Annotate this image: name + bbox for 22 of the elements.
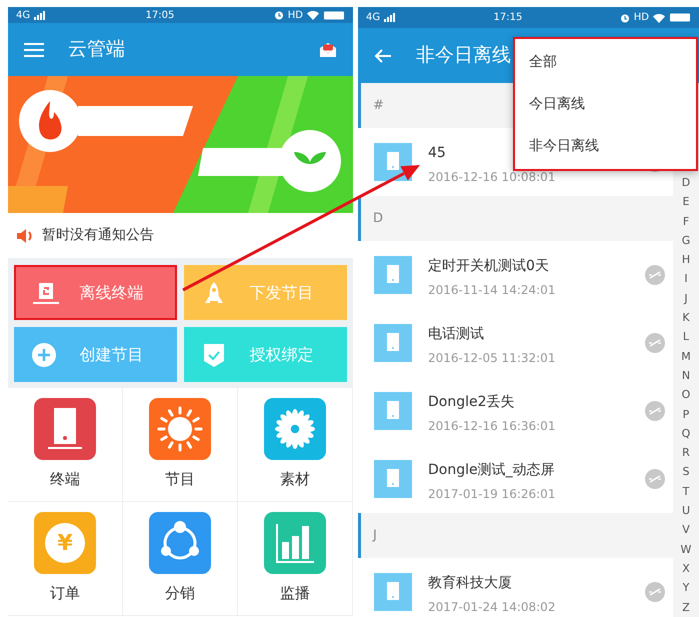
offline-time: 2016-12-16 16:36:01 — [428, 418, 556, 434]
offline-time: 2016-11-14 14:24:01 — [428, 282, 556, 298]
terminal-name: 45 — [428, 144, 446, 162]
terminal-name: 电话测试 — [428, 324, 484, 344]
notice-text: 暂时没有通知公告 — [42, 226, 154, 245]
screen-title: 非今日离线 — [416, 43, 511, 68]
offline-time: 2016-12-16 10:08:01 — [428, 168, 556, 186]
offline-time: 2017-01-19 16:26:01 — [428, 486, 556, 502]
hd-label: HD — [634, 11, 649, 25]
status-time: 17:15 — [494, 11, 522, 25]
app-title: 云管端 — [68, 37, 126, 62]
status-time: 17:05 — [146, 8, 174, 22]
offline-time: 2017-01-24 14:08:02 — [428, 598, 556, 616]
network-label: 4G — [16, 8, 30, 22]
terminal-name: 教育科技大厦 — [428, 574, 512, 592]
terminal-name: Dongle测试_动态屏 — [428, 460, 555, 480]
terminal-name: 定时开关机测试0天 — [428, 256, 549, 276]
offline-time: 2016-12-05 11:32:01 — [428, 350, 556, 366]
hd-label: HD — [288, 8, 303, 22]
terminal-name: Dongle2丢失 — [428, 392, 515, 412]
yen-coin-icon: ¥ — [34, 512, 96, 574]
network-label: 4G — [366, 11, 380, 25]
